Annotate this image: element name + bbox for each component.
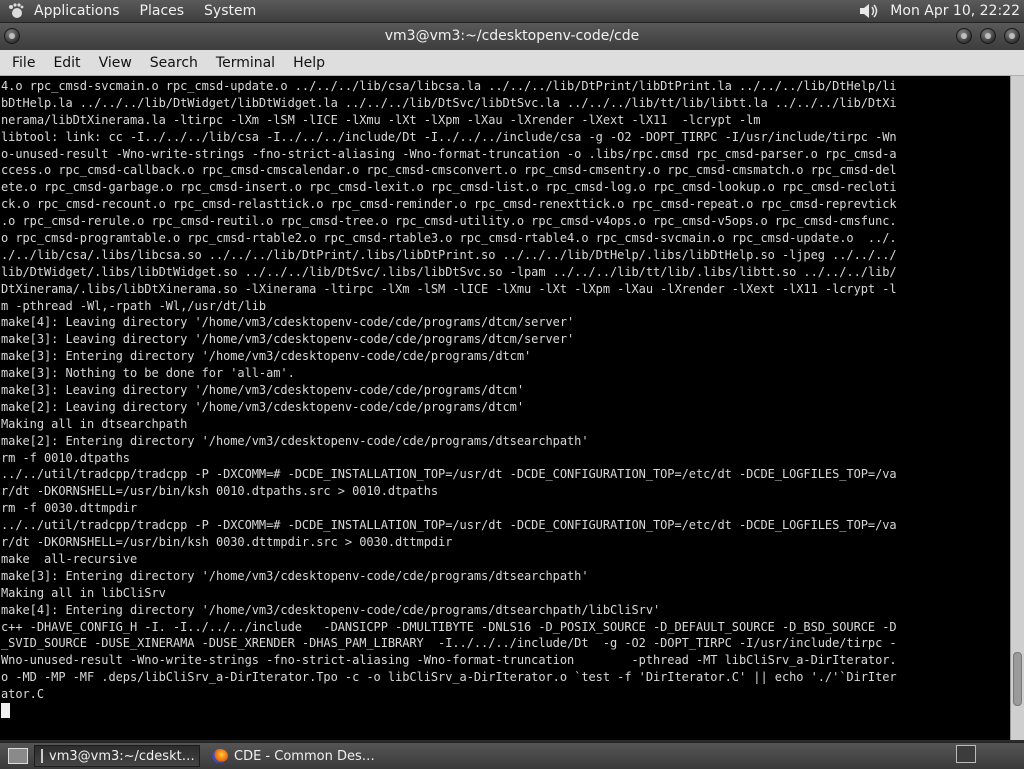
terminal-line: DtXinerama/.libs/libDtXinerama.so -lXine… <box>1 281 897 296</box>
terminal-line: ck.o rpc_cmsd-recount.o rpc_cmsd-relastt… <box>1 197 897 212</box>
volume-icon[interactable] <box>858 2 880 20</box>
taskbar-item-label: CDE - Common Des… <box>234 748 375 764</box>
places-menu[interactable]: Places <box>140 3 185 19</box>
terminal-line: make[2]: Entering directory '/home/vm3/c… <box>1 433 589 448</box>
terminal-line: .o rpc_cmsd-rerule.o rpc_cmsd-reutil.o r… <box>1 214 897 229</box>
applications-menu[interactable]: Applications <box>34 3 120 19</box>
terminal-cursor <box>1 702 10 718</box>
terminal-line: nerama/libDtXinerama.la -ltirpc -lXm -lS… <box>1 112 761 127</box>
bottom-taskbar: vm3@vm3:~/cdeskt… CDE - Common Des… <box>0 742 1024 769</box>
menu-edit[interactable]: Edit <box>51 55 82 71</box>
window-menu-icon[interactable] <box>4 28 20 44</box>
terminal-line: r/dt -DKORNSHELL=/usr/bin/ksh 0030.dttmp… <box>1 535 453 550</box>
terminal-line: libtool: link: cc -I../../../lib/csa -I.… <box>1 129 897 144</box>
terminal-line: make[4]: Leaving directory '/home/vm3/cd… <box>1 315 575 330</box>
terminal-line: make[4]: Entering directory '/home/vm3/c… <box>1 602 661 617</box>
minimize-icon[interactable] <box>956 28 972 44</box>
terminal-line: Making all in libCliSrv <box>1 585 166 600</box>
workspace-switcher-icon[interactable] <box>956 745 976 763</box>
terminal-line: ../../util/tradcpp/tradcpp -P -DXCOMM=# … <box>1 467 897 482</box>
terminal-line: r/dt -DKORNSHELL=/usr/bin/ksh 0010.dtpat… <box>1 484 439 499</box>
firefox-icon <box>212 749 228 763</box>
menu-view[interactable]: View <box>97 55 134 71</box>
system-menu[interactable]: System <box>204 3 256 19</box>
terminal-line: o-unused-result -Wno-write-strings -fno-… <box>1 146 897 161</box>
scrollbar-thumb[interactable] <box>1013 652 1022 706</box>
terminal-line: ./../lib/csa/.libs/libcsa.so ../../../li… <box>1 247 897 262</box>
terminal-line: _SVID_SOURCE -DUSE_XINERAMA -DUSE_XRENDE… <box>1 636 897 651</box>
gnome-foot-icon[interactable] <box>6 2 26 20</box>
terminal-line: make[3]: Entering directory '/home/vm3/c… <box>1 568 589 583</box>
taskbar-item-terminal[interactable]: vm3@vm3:~/cdeskt… <box>34 745 200 767</box>
terminal-line: make[2]: Leaving directory '/home/vm3/cd… <box>1 399 525 414</box>
terminal-icon <box>41 749 43 763</box>
terminal-line: Wno-unused-result -Wno-write-strings -fn… <box>1 653 897 668</box>
terminal-prompt-line <box>1 702 1005 720</box>
terminal-line: o rpc_cmsd-programtable.o rpc_cmsd-rtabl… <box>1 231 897 246</box>
terminal-output: 4.o rpc_cmsd-svcmain.o rpc_cmsd-update.o… <box>1 78 1005 720</box>
terminal-line: Making all in dtsearchpath <box>1 416 188 431</box>
terminal-line: make all-recursive <box>1 551 138 566</box>
menu-file[interactable]: File <box>10 55 37 71</box>
window-title-bar[interactable]: vm3@vm3:~/cdesktopenv-code/cde <box>0 23 1024 50</box>
show-desktop-icon[interactable] <box>8 748 28 764</box>
terminal-line: o -MD -MP -MF .deps/libCliSrv_a-DirItera… <box>1 670 897 685</box>
terminal-line: ccess.o rpc_cmsd-callback.o rpc_cmsd-cms… <box>1 163 897 178</box>
terminal-line: make[3]: Nothing to be done for 'all-am'… <box>1 366 295 381</box>
terminal-line: lib/DtWidget/.libs/libDtWidget.so ../../… <box>1 264 897 279</box>
terminal-line: make[3]: Entering directory '/home/vm3/c… <box>1 349 532 364</box>
terminal-line: 4.o rpc_cmsd-svcmain.o rpc_cmsd-update.o… <box>1 79 897 93</box>
terminal-line: ete.o rpc_cmsd-garbage.o rpc_cmsd-insert… <box>1 180 897 195</box>
terminal-line: bDtHelp.la ../../../lib/DtWidget/libDtWi… <box>1 95 897 110</box>
menu-search[interactable]: Search <box>148 55 200 71</box>
panel-clock[interactable]: Mon Apr 10, 22:22 <box>890 3 1020 19</box>
terminal-line: ../../util/tradcpp/tradcpp -P -DXCOMM=# … <box>1 518 897 533</box>
terminal-line: make[3]: Leaving directory '/home/vm3/cd… <box>1 383 525 398</box>
menu-help[interactable]: Help <box>291 55 327 71</box>
top-panel: Applications Places System Mon Apr 10, 2… <box>0 0 1024 23</box>
taskbar-item-firefox[interactable]: CDE - Common Des… <box>206 745 381 767</box>
terminal-line: rm -f 0030.dttmpdir <box>1 501 138 516</box>
maximize-icon[interactable] <box>980 28 996 44</box>
close-icon[interactable] <box>1004 28 1020 44</box>
terminal-menu-bar: File Edit View Search Terminal Help <box>0 50 1024 76</box>
menu-terminal[interactable]: Terminal <box>214 55 277 71</box>
terminal-line: m -pthread -Wl,-rpath -Wl,/usr/dt/lib <box>1 298 267 313</box>
window-title: vm3@vm3:~/cdesktopenv-code/cde <box>384 28 640 44</box>
terminal-scrollbar[interactable] <box>1010 76 1024 740</box>
terminal-area[interactable]: 4.o rpc_cmsd-svcmain.o rpc_cmsd-update.o… <box>0 76 1010 740</box>
terminal-line: c++ -DHAVE_CONFIG_H -I. -I../../../inclu… <box>1 619 897 634</box>
taskbar-item-label: vm3@vm3:~/cdeskt… <box>49 748 195 764</box>
terminal-line: rm -f 0010.dtpaths <box>1 450 130 465</box>
terminal-line: make[3]: Leaving directory '/home/vm3/cd… <box>1 332 575 347</box>
terminal-line: ator.C <box>1 687 44 702</box>
